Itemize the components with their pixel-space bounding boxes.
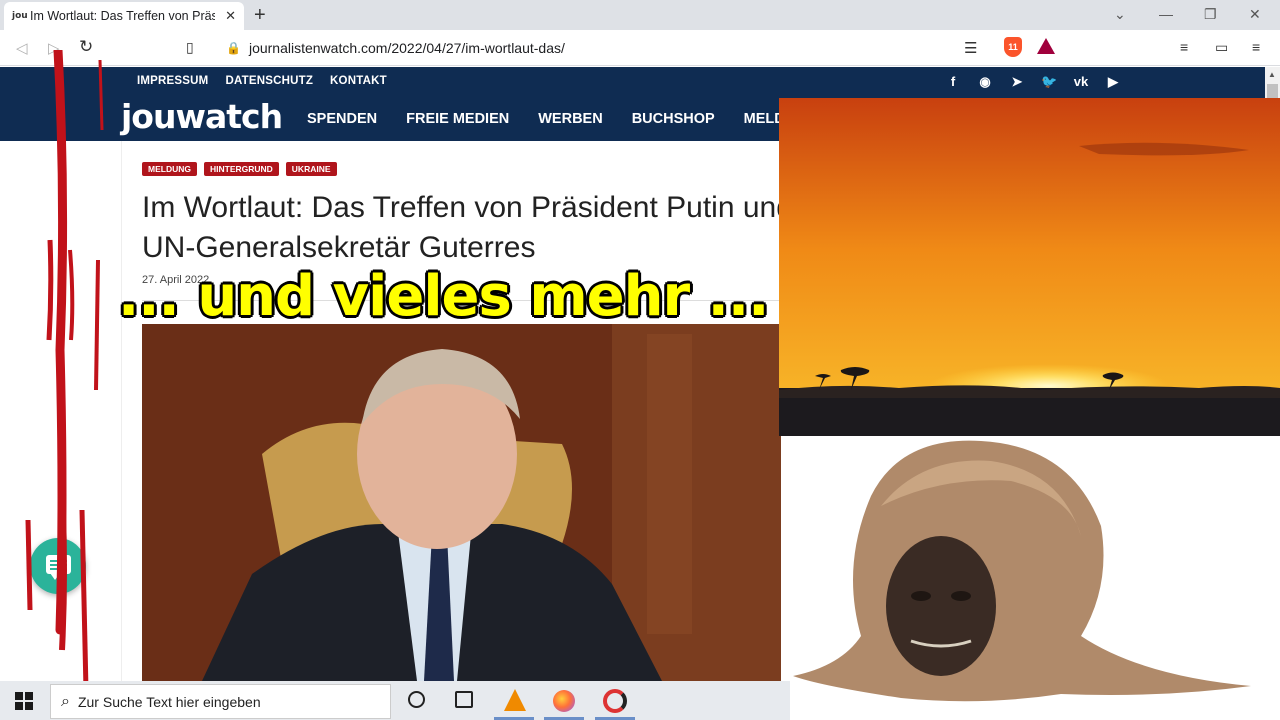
bookmark-icon[interactable]: ▯ bbox=[186, 39, 194, 56]
nav-datenschutz[interactable]: DATENSCHUTZ bbox=[225, 75, 313, 87]
social-links: f ◉ ➤ 🐦 vk ▶ bbox=[945, 74, 1121, 90]
main-nav: SPENDEN FREIE MEDIEN WERBEN BUCHSHOP MEL… bbox=[307, 111, 795, 127]
sunset-image bbox=[779, 98, 1280, 436]
article-photo bbox=[142, 324, 782, 681]
screen: jou Im Wortlaut: Das Treffen von Präs ✕ … bbox=[0, 0, 1280, 720]
browser-toolbar: ◁ ▷ ↻ ▯ 🔒 journalistenwatch.com/2022/04/… bbox=[0, 30, 1280, 66]
twitter-icon[interactable]: 🐦 bbox=[1041, 74, 1057, 90]
nav-werben[interactable]: WERBEN bbox=[538, 111, 602, 127]
article-tags: MELDUNG HINTERGRUND UKRAINE bbox=[142, 162, 337, 176]
scroll-thumb[interactable] bbox=[1267, 84, 1278, 98]
nav-freie-medien[interactable]: FREIE MEDIEN bbox=[406, 111, 509, 127]
wallet-icon[interactable]: ▭ bbox=[1215, 39, 1228, 56]
menu-icon[interactable]: ≡ bbox=[1252, 39, 1260, 55]
tab-strip: jou Im Wortlaut: Das Treffen von Präs ✕ … bbox=[0, 0, 1280, 30]
site-favicon-icon: jou bbox=[12, 11, 28, 21]
tab-close-icon[interactable]: ✕ bbox=[225, 8, 236, 24]
new-tab-button[interactable]: + bbox=[254, 5, 266, 25]
taskbar-search-placeholder[interactable]: Zur Suche Text hier eingeben bbox=[78, 694, 261, 710]
scroll-up-icon[interactable]: ▲ bbox=[1268, 70, 1276, 79]
youtube-icon[interactable]: ▶ bbox=[1105, 74, 1121, 90]
nav-impressum[interactable]: IMPRESSUM bbox=[137, 75, 208, 87]
vk-icon[interactable]: vk bbox=[1073, 74, 1089, 90]
brave-rewards-icon[interactable] bbox=[1037, 38, 1055, 54]
portrait-illustration bbox=[142, 324, 782, 681]
firefox-icon[interactable] bbox=[553, 690, 575, 712]
sunset-illustration bbox=[779, 98, 1280, 436]
tab-search-icon[interactable]: ⌄ bbox=[1114, 6, 1126, 23]
cortana-icon[interactable] bbox=[408, 691, 425, 708]
address-bar[interactable]: 🔒 journalistenwatch.com/2022/04/27/im-wo… bbox=[216, 34, 1066, 62]
shrunken-head-illustration bbox=[793, 440, 1251, 702]
browser-tab[interactable]: jou Im Wortlaut: Das Treffen von Präs ✕ bbox=[4, 2, 244, 30]
red-drip-overlay bbox=[25, 50, 104, 690]
playlist-icon[interactable]: ≡ bbox=[1180, 39, 1188, 55]
nav-spenden[interactable]: SPENDEN bbox=[307, 111, 377, 127]
url-text[interactable]: journalistenwatch.com/2022/04/27/im-wort… bbox=[249, 40, 565, 56]
article-title: Im Wortlaut: Das Treffen von Präsident P… bbox=[142, 191, 793, 264]
site-logo[interactable]: jouwatch bbox=[121, 97, 283, 136]
brave-shields-icon[interactable]: 11 bbox=[1004, 37, 1022, 57]
shields-badge: 11 bbox=[1008, 42, 1018, 52]
tag-hintergrund[interactable]: HINTERGRUND bbox=[203, 162, 279, 176]
restore-icon[interactable]: ❐ bbox=[1204, 6, 1217, 23]
windows-taskbar: ⌕ Zur Suche Text hier eingeben bbox=[0, 681, 790, 720]
minimize-icon[interactable]: — bbox=[1159, 6, 1173, 22]
reader-mode-icon[interactable]: ☰ bbox=[964, 39, 977, 57]
shrunken-head-image bbox=[781, 436, 1280, 720]
vlc-icon[interactable] bbox=[504, 689, 526, 711]
window-close-icon[interactable]: ✕ bbox=[1249, 6, 1261, 23]
facebook-icon[interactable]: f bbox=[945, 74, 961, 90]
taskbar-search[interactable]: ⌕ Zur Suche Text hier eingeben bbox=[50, 684, 391, 719]
app-icon[interactable] bbox=[603, 689, 627, 713]
tag-ukraine[interactable]: UKRAINE bbox=[285, 162, 337, 176]
top-nav: IMPRESSUM DATENSCHUTZ KONTAKT bbox=[137, 75, 387, 87]
windows-start-icon[interactable] bbox=[15, 692, 33, 710]
telegram-icon[interactable]: ➤ bbox=[1009, 74, 1025, 90]
tab-title: Im Wortlaut: Das Treffen von Präs bbox=[30, 9, 215, 23]
rss-icon[interactable]: ◉ bbox=[977, 74, 993, 90]
search-icon: ⌕ bbox=[61, 692, 70, 710]
nav-kontakt[interactable]: KONTAKT bbox=[330, 75, 387, 87]
nav-buchshop[interactable]: BUCHSHOP bbox=[632, 111, 715, 127]
overlay-caption: ... und vieles mehr ... bbox=[118, 264, 769, 329]
lock-icon[interactable]: 🔒 bbox=[226, 41, 241, 55]
tag-meldung[interactable]: MELDUNG bbox=[142, 162, 197, 176]
task-view-icon[interactable] bbox=[455, 691, 473, 708]
